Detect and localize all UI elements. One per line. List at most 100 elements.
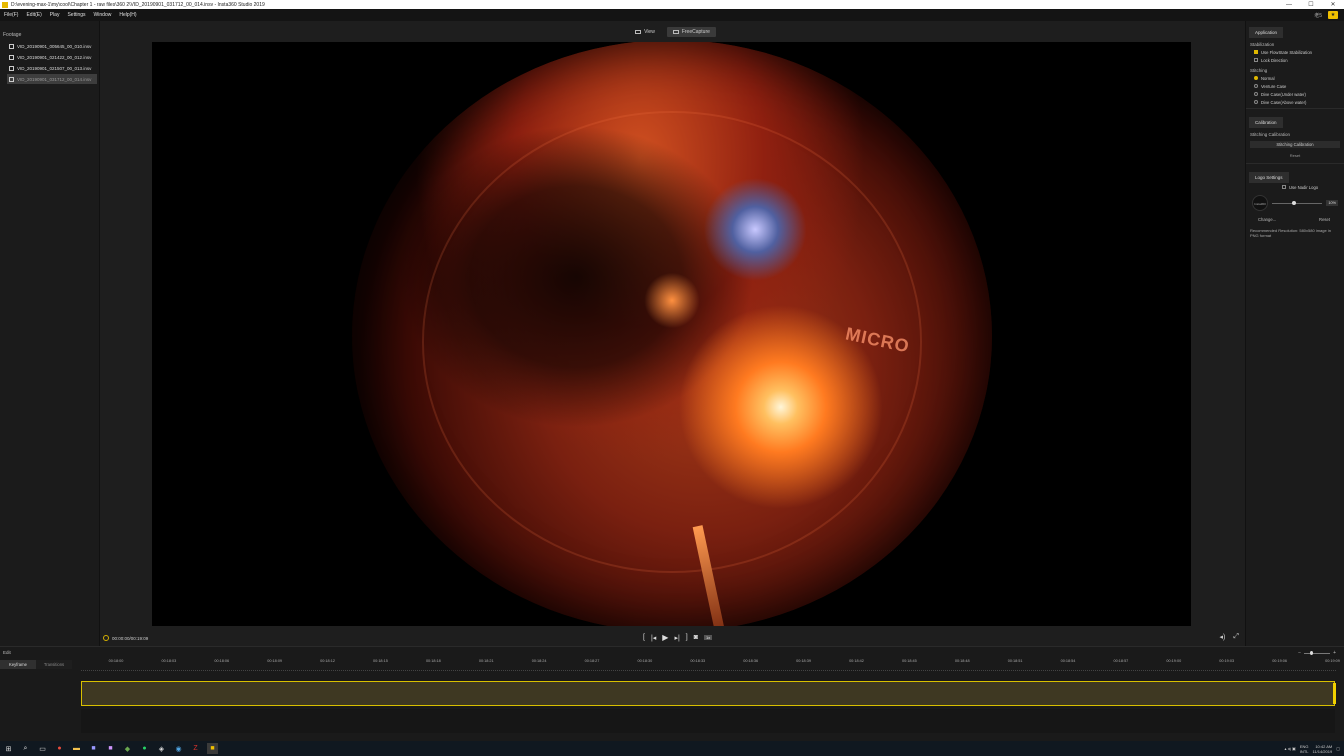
photos-icon[interactable]: ◉ [173,743,184,754]
footage-item-selected[interactable]: VID_20190901_031712_00_014.insv [7,74,97,84]
menu-help[interactable]: Help(H) [115,12,140,18]
play-icon[interactable]: ▶ [662,633,668,642]
maximize-button[interactable]: ☐ [1300,0,1322,9]
video-preview[interactable]: MICRO [152,42,1191,626]
slider-knob[interactable] [1292,200,1297,205]
radio-dive-above-label: Dive Case(Above water) [1261,99,1307,105]
task-view-icon[interactable]: ▭ [37,743,48,754]
spherical-video-frame: MICRO [352,42,992,626]
radio-dive-above[interactable]: Dive Case(Above water) [1246,98,1344,106]
radio-dive-under-dot[interactable] [1254,92,1258,96]
empty-track [81,709,1335,733]
gift-icon[interactable]: ★ [1328,11,1338,19]
ruler-tick-label: 00:18:33 [690,659,706,663]
minimize-button[interactable]: — [1278,0,1300,9]
premiere-icon[interactable]: ■ [88,743,99,754]
speed-button[interactable]: 1x [703,635,713,640]
clock[interactable]: 10:42 AM 11/14/2019 [1312,744,1332,754]
whatsapp-icon[interactable]: ● [139,743,150,754]
windows-taskbar: ⊞ ⌕ ▭ ● ▬ ■ ■ ◆ ● ◈ ◉ Z ■ ▴ ◂) ▣ ENG INT… [0,741,1344,756]
zoom-in-icon[interactable]: + [1333,650,1336,656]
footage-item[interactable]: VID_20190901_005645_00_010.insv [7,41,97,51]
volume-icon[interactable]: ◂) [1220,633,1226,641]
radio-venture-dot[interactable] [1254,84,1258,88]
file-explorer-icon[interactable]: ▬ [71,743,82,754]
logo-actions: Change... Reset [1246,215,1344,224]
radio-normal-dot[interactable] [1254,76,1258,80]
menu-edit[interactable]: Edit(E) [22,12,45,18]
notification-icon[interactable]: ▢ [1336,746,1340,751]
tray-icons[interactable]: ▴ ◂) ▣ [1284,746,1295,751]
app-dark-icon[interactable]: ◈ [156,743,167,754]
tab-calibration[interactable]: Calibration [1249,117,1283,128]
prev-frame-icon[interactable]: |◂ [651,634,656,642]
next-frame-icon[interactable]: ▸| [674,634,679,642]
calibration-reset-link[interactable]: Reset [1246,151,1344,161]
radio-venture-case[interactable]: Venture Case [1246,82,1344,90]
after-effects-icon[interactable]: ■ [105,743,116,754]
ruler-tick-label: 00:18:51 [1007,659,1023,663]
bracket-out-icon[interactable]: ] [686,634,688,641]
tab-freecapture-label: FreeCapture [681,28,710,35]
tab-transitions[interactable]: Transitions [36,660,72,669]
tab-keyframe[interactable]: Keyframe [0,660,36,669]
ruler-tick-label: 00:19:09 [1325,659,1340,663]
ruler-tick-label: 00:18:27 [584,659,600,663]
radio-dive-above-dot[interactable] [1254,100,1258,104]
logo-size-slider[interactable] [1272,200,1323,205]
logo-size-value[interactable]: 10% [1326,200,1338,206]
option-flowstate[interactable]: Use FlowState Stabilization [1246,48,1344,56]
tab-application[interactable]: Application [1249,27,1284,38]
zoom-knob[interactable] [1310,650,1314,655]
checkbox-nadir-logo[interactable] [1282,185,1286,189]
filezilla-icon[interactable]: Z [190,743,201,754]
chrome-icon[interactable]: ● [54,743,65,754]
tab-freecapture[interactable]: FreeCapture [666,26,716,37]
option-nadir-logo[interactable]: Use Nadir Logo [1246,183,1344,191]
search-icon[interactable]: ⌕ [20,743,31,754]
radio-venture-label: Venture Case [1261,83,1287,89]
menu-window[interactable]: Window [90,12,116,18]
insta360-icon[interactable]: ■ [207,743,218,754]
clip-end-handle[interactable] [1333,683,1336,704]
logo-preview: Insta360 [1252,195,1268,211]
checkbox-flowstate[interactable] [1254,50,1258,54]
close-button[interactable]: ✕ [1322,0,1344,9]
radio-normal[interactable]: Normal [1246,74,1344,82]
menu-settings[interactable]: Settings [63,12,89,18]
option-lock-direction[interactable]: Lock Direction [1246,56,1344,64]
ruler-tick-label: 00:18:45 [901,659,917,663]
tab-logo-settings[interactable]: Logo Settings [1249,172,1289,183]
keyframe-icon[interactable] [103,635,109,641]
ruler-tick-label: 00:18:39 [796,659,811,663]
menu-file[interactable]: File(F) [0,12,22,18]
app-green-icon[interactable]: ◆ [122,743,133,754]
video-clip-track[interactable] [81,681,1336,706]
ruler-tick-label: 00:18:21 [478,659,494,663]
title-bar: D:\evening-max-1\my\cool\Chapter 1 - raw… [0,0,1344,9]
windows-start-icon[interactable]: ⊞ [3,743,14,754]
menu-play[interactable]: Play [46,12,64,18]
transport-controls: [ |◂ ▶ ▸| ] ◙ 1x [643,633,713,642]
checkbox-lock-direction[interactable] [1254,58,1258,62]
timeline-tabs: Keyframe Transitions [0,660,72,669]
footage-item[interactable]: VID_20190901_021422_00_012.insv [7,52,97,62]
menu-bar: File(F) Edit(E) Play Settings Window Hel… [0,9,1344,21]
window-title: D:\evening-max-1\my\cool\Chapter 1 - raw… [11,1,265,8]
footage-item[interactable]: VID_20190901_021507_00_013.insv [7,63,97,73]
stitching-calibration-button[interactable]: Stitching Calibration [1250,141,1340,148]
tab-view[interactable]: View [629,27,661,37]
language-indicator[interactable]: ENG INTL [1300,744,1309,754]
bracket-in-icon[interactable]: [ [643,634,645,641]
zoom-out-icon[interactable]: − [1298,650,1301,656]
account-label[interactable]: 老5 [1314,12,1322,19]
radio-dive-under[interactable]: Dive Case(Under water) [1246,90,1344,98]
snapshot-icon[interactable]: ◙ [694,634,698,641]
zoom-slider[interactable] [1304,650,1331,655]
change-logo-button[interactable]: Change... [1258,217,1276,222]
logo-reset-button[interactable]: Reset [1319,217,1330,222]
ruler-tick-label: 00:18:54 [1060,659,1076,663]
video-file-icon [9,54,14,60]
fullscreen-icon[interactable]: ⤢ [1233,633,1239,641]
footage-item-name: VID_20190901_021507_00_013.insv [17,65,92,71]
